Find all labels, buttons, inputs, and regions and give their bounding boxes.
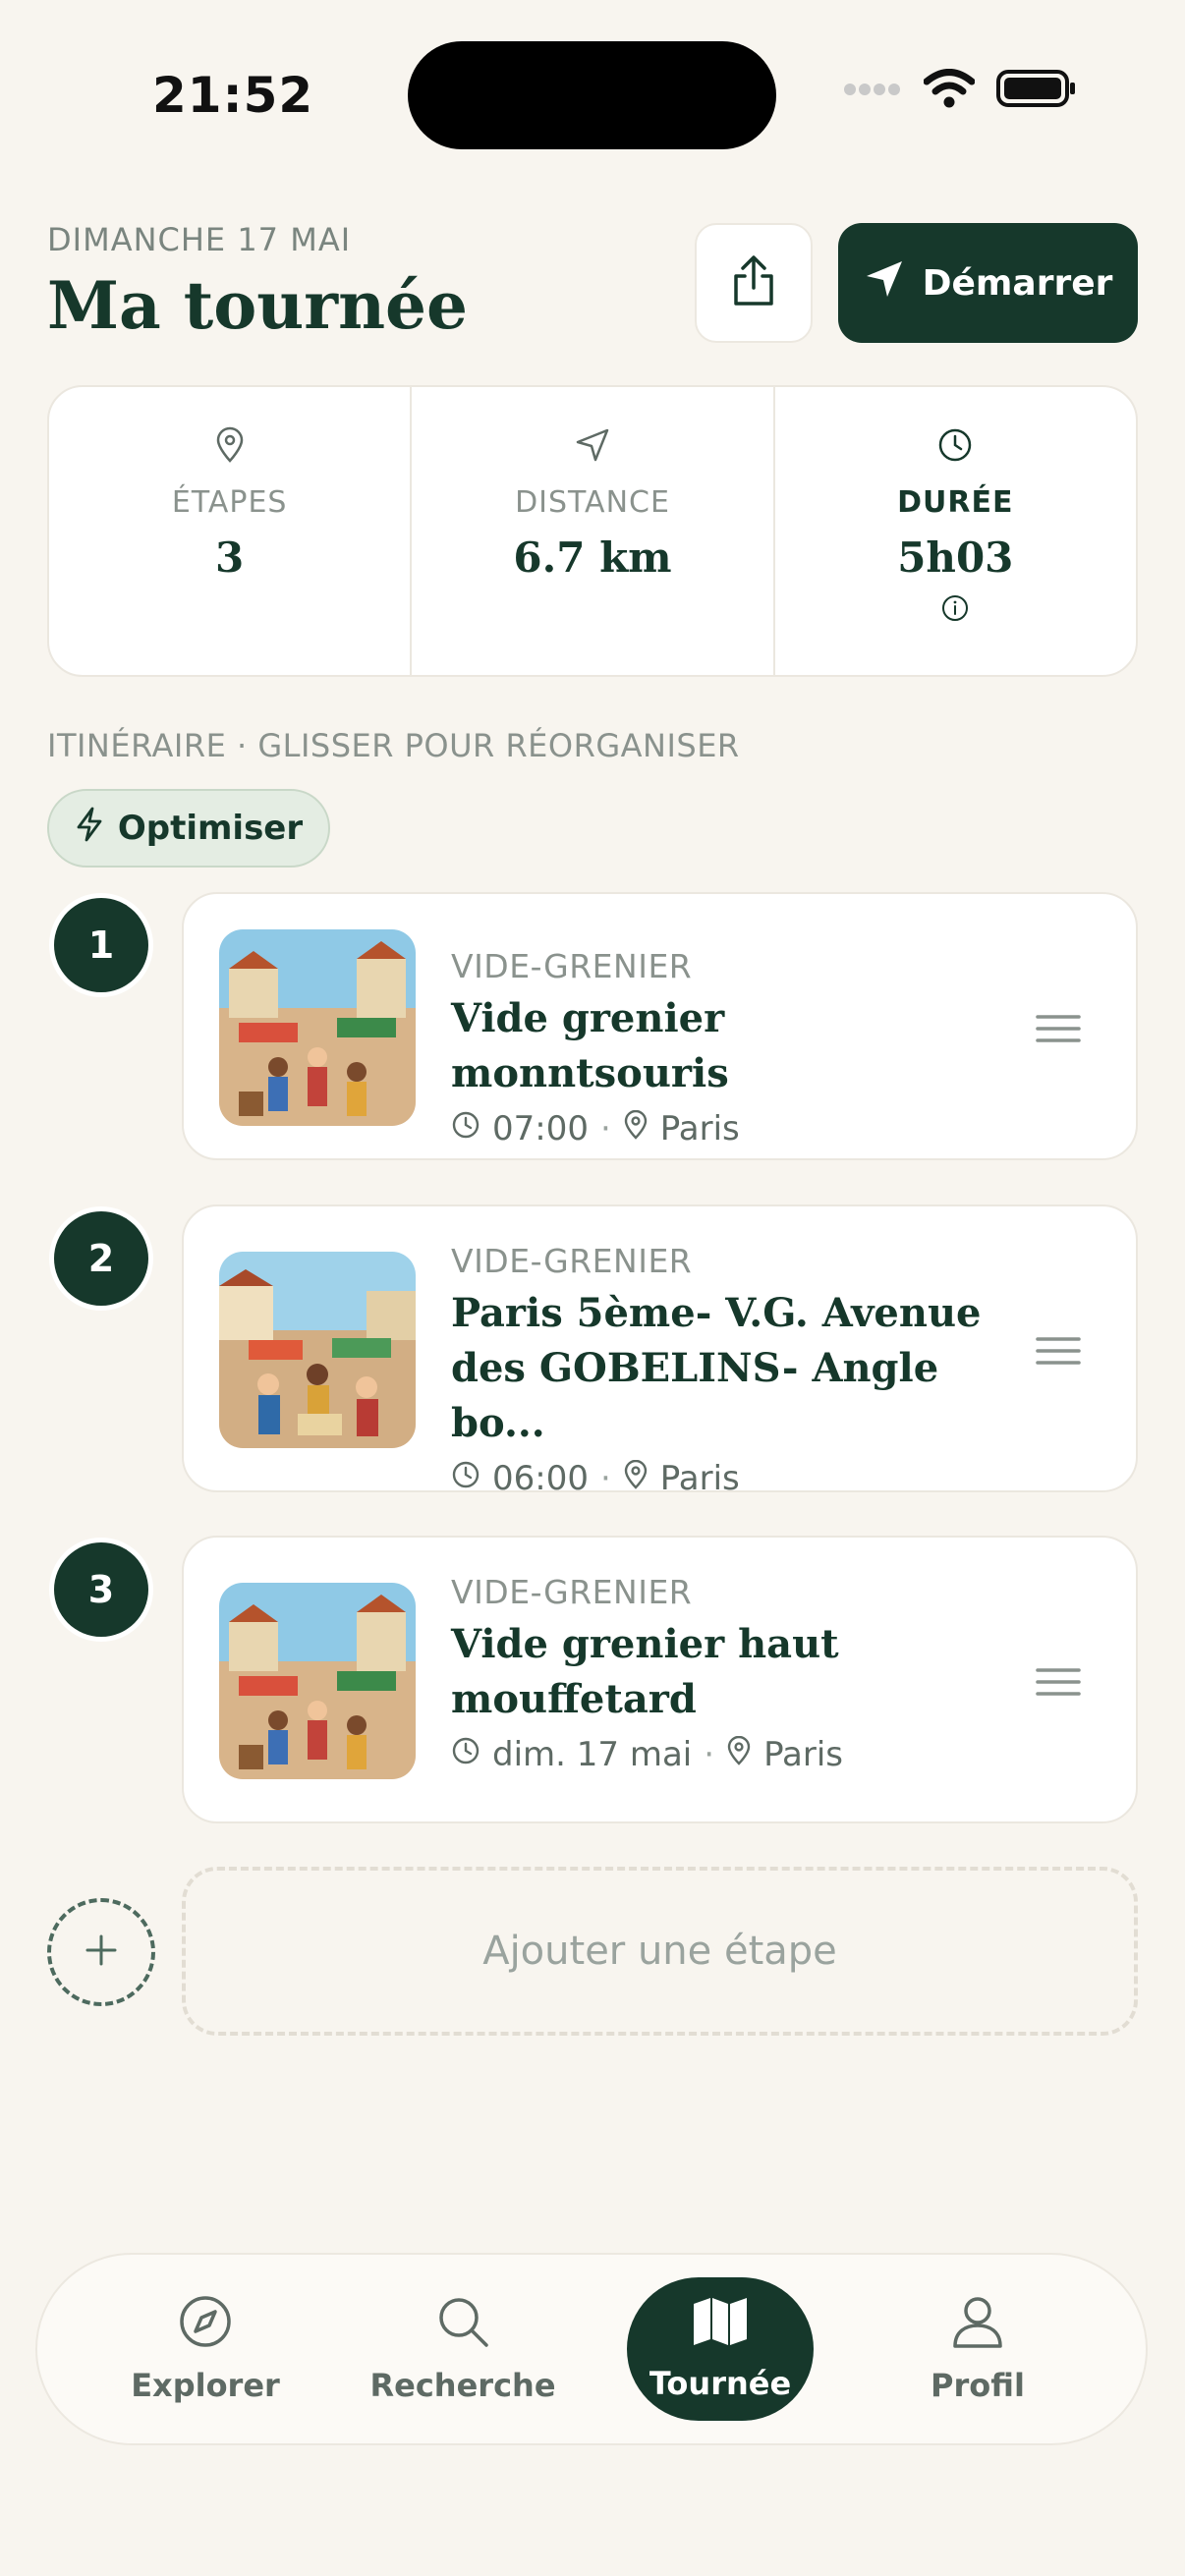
- stop-category: VIDE-GRENIER: [451, 1242, 693, 1280]
- stop-thumbnail: [219, 929, 416, 1126]
- search-icon: [435, 2294, 490, 2357]
- separator-dot: ·: [704, 1735, 715, 1774]
- stop-number-badge: 2: [54, 1211, 148, 1306]
- wifi-icon: [923, 69, 976, 112]
- clock-icon: [451, 1459, 480, 1498]
- stop-details: VIDE-GRENIER Vide grenier monntsouris 07…: [451, 947, 998, 1148]
- stop-name: Vide grenier haut mouffetard: [451, 1621, 839, 1722]
- map-icon: [692, 2296, 749, 2355]
- status-icons: [843, 69, 1077, 112]
- stop-card[interactable]: VIDE-GRENIER Vide grenier monntsouris 07…: [182, 892, 1138, 1160]
- clock-icon: [451, 1735, 480, 1774]
- stat-distance: DISTANCE 6.7 km: [412, 387, 775, 675]
- tab-label: Tournée: [649, 2365, 792, 2402]
- stop-name: Vide grenier monntsouris: [451, 995, 729, 1096]
- stat-label: ÉTAPES: [171, 485, 288, 520]
- stop-city: Paris: [763, 1735, 844, 1774]
- share-button[interactable]: [695, 223, 813, 343]
- start-button-label: Démarrer: [922, 262, 1113, 304]
- stop-thumbnail: [219, 1252, 416, 1448]
- dynamic-island: [408, 41, 776, 149]
- user-icon: [950, 2294, 1005, 2357]
- stop-details: VIDE-GRENIER Vide grenier haut mouffetar…: [451, 1573, 998, 1774]
- stat-label: DURÉE: [897, 485, 1014, 520]
- map-pin-icon: [213, 426, 247, 468]
- stop-city: Paris: [659, 1459, 740, 1498]
- navigation-arrow-icon: [864, 258, 905, 308]
- navigation-icon: [574, 426, 611, 468]
- stop-thumbnail: [219, 1583, 416, 1779]
- separator-dot: ·: [599, 1109, 611, 1148]
- stop-category: VIDE-GRENIER: [451, 1573, 693, 1611]
- add-stop-button[interactable]: Ajouter une étape: [182, 1867, 1138, 2036]
- map-pin-icon: [623, 1459, 649, 1498]
- separator-dot: ·: [599, 1459, 611, 1498]
- stat-value: 3: [215, 533, 245, 582]
- tab-recherche[interactable]: Recherche: [369, 2277, 556, 2421]
- drag-handle-icon[interactable]: [1036, 1014, 1081, 1047]
- stop-time: 07:00: [492, 1109, 589, 1148]
- clock-icon: [936, 426, 974, 468]
- plus-icon: [85, 1933, 118, 1971]
- start-button[interactable]: Démarrer: [838, 223, 1138, 343]
- tour-stats: ÉTAPES 3 DISTANCE 6.7 km DURÉE 5h03: [47, 385, 1138, 677]
- stat-value: 6.7 km: [513, 533, 672, 582]
- clock-icon: [451, 1109, 480, 1148]
- stat-value: 5h03: [897, 533, 1014, 582]
- tab-label: Explorer: [131, 2367, 280, 2404]
- stop-meta: 07:00 · Paris: [451, 1109, 998, 1148]
- stat-label: DISTANCE: [515, 485, 670, 520]
- tour-date: DIMANCHE 17 MAI: [47, 221, 352, 258]
- tab-label: Recherche: [369, 2367, 556, 2404]
- stop-number-badge: 1: [54, 898, 148, 992]
- itinerary-label: ITINÉRAIRE · GLISSER POUR RÉORGANISER: [47, 727, 740, 764]
- compass-icon: [178, 2294, 233, 2357]
- map-pin-icon: [726, 1735, 752, 1774]
- stop-card[interactable]: VIDE-GRENIER Vide grenier haut mouffetar…: [182, 1536, 1138, 1823]
- stop-meta: 06:00 · Paris: [451, 1459, 998, 1498]
- tab-explorer[interactable]: Explorer: [112, 2277, 299, 2421]
- add-stop-circle[interactable]: [47, 1898, 155, 2006]
- share-icon: [730, 254, 777, 311]
- stop-time: 06:00: [492, 1459, 589, 1498]
- cellular-signal-icon: [843, 82, 902, 100]
- stop-city: Paris: [659, 1109, 740, 1148]
- page-title: Ma tournée: [47, 267, 469, 344]
- stop-category: VIDE-GRENIER: [451, 947, 693, 985]
- stat-steps: ÉTAPES 3: [49, 387, 413, 675]
- stop-meta: dim. 17 mai · Paris: [451, 1735, 998, 1774]
- drag-handle-icon[interactable]: [1036, 1336, 1081, 1370]
- stop-details: VIDE-GRENIER Paris 5ème- V.G. Avenue des…: [451, 1242, 998, 1498]
- stat-duration: DURÉE 5h03: [775, 387, 1136, 675]
- drag-handle-icon[interactable]: [1036, 1667, 1081, 1701]
- tab-profil[interactable]: Profil: [884, 2277, 1071, 2421]
- map-pin-icon: [623, 1109, 649, 1148]
- battery-icon: [996, 69, 1077, 112]
- stop-number-badge: 3: [54, 1542, 148, 1637]
- tab-tournee[interactable]: Tournée: [627, 2277, 814, 2421]
- tab-bar: Explorer Recherche Tournée Profil: [35, 2253, 1148, 2445]
- optimize-label: Optimiser: [117, 809, 304, 848]
- stop-card[interactable]: VIDE-GRENIER Paris 5ème- V.G. Avenue des…: [182, 1204, 1138, 1498]
- tab-label: Profil: [931, 2367, 1025, 2404]
- stop-time: dim. 17 mai: [492, 1735, 693, 1774]
- stop-name: Paris 5ème- V.G. Avenue des GOBELINS- An…: [451, 1290, 982, 1446]
- lightning-icon: [75, 806, 104, 852]
- status-time: 21:52: [152, 67, 314, 124]
- optimize-button[interactable]: Optimiser: [47, 789, 330, 868]
- info-icon[interactable]: [940, 593, 970, 627]
